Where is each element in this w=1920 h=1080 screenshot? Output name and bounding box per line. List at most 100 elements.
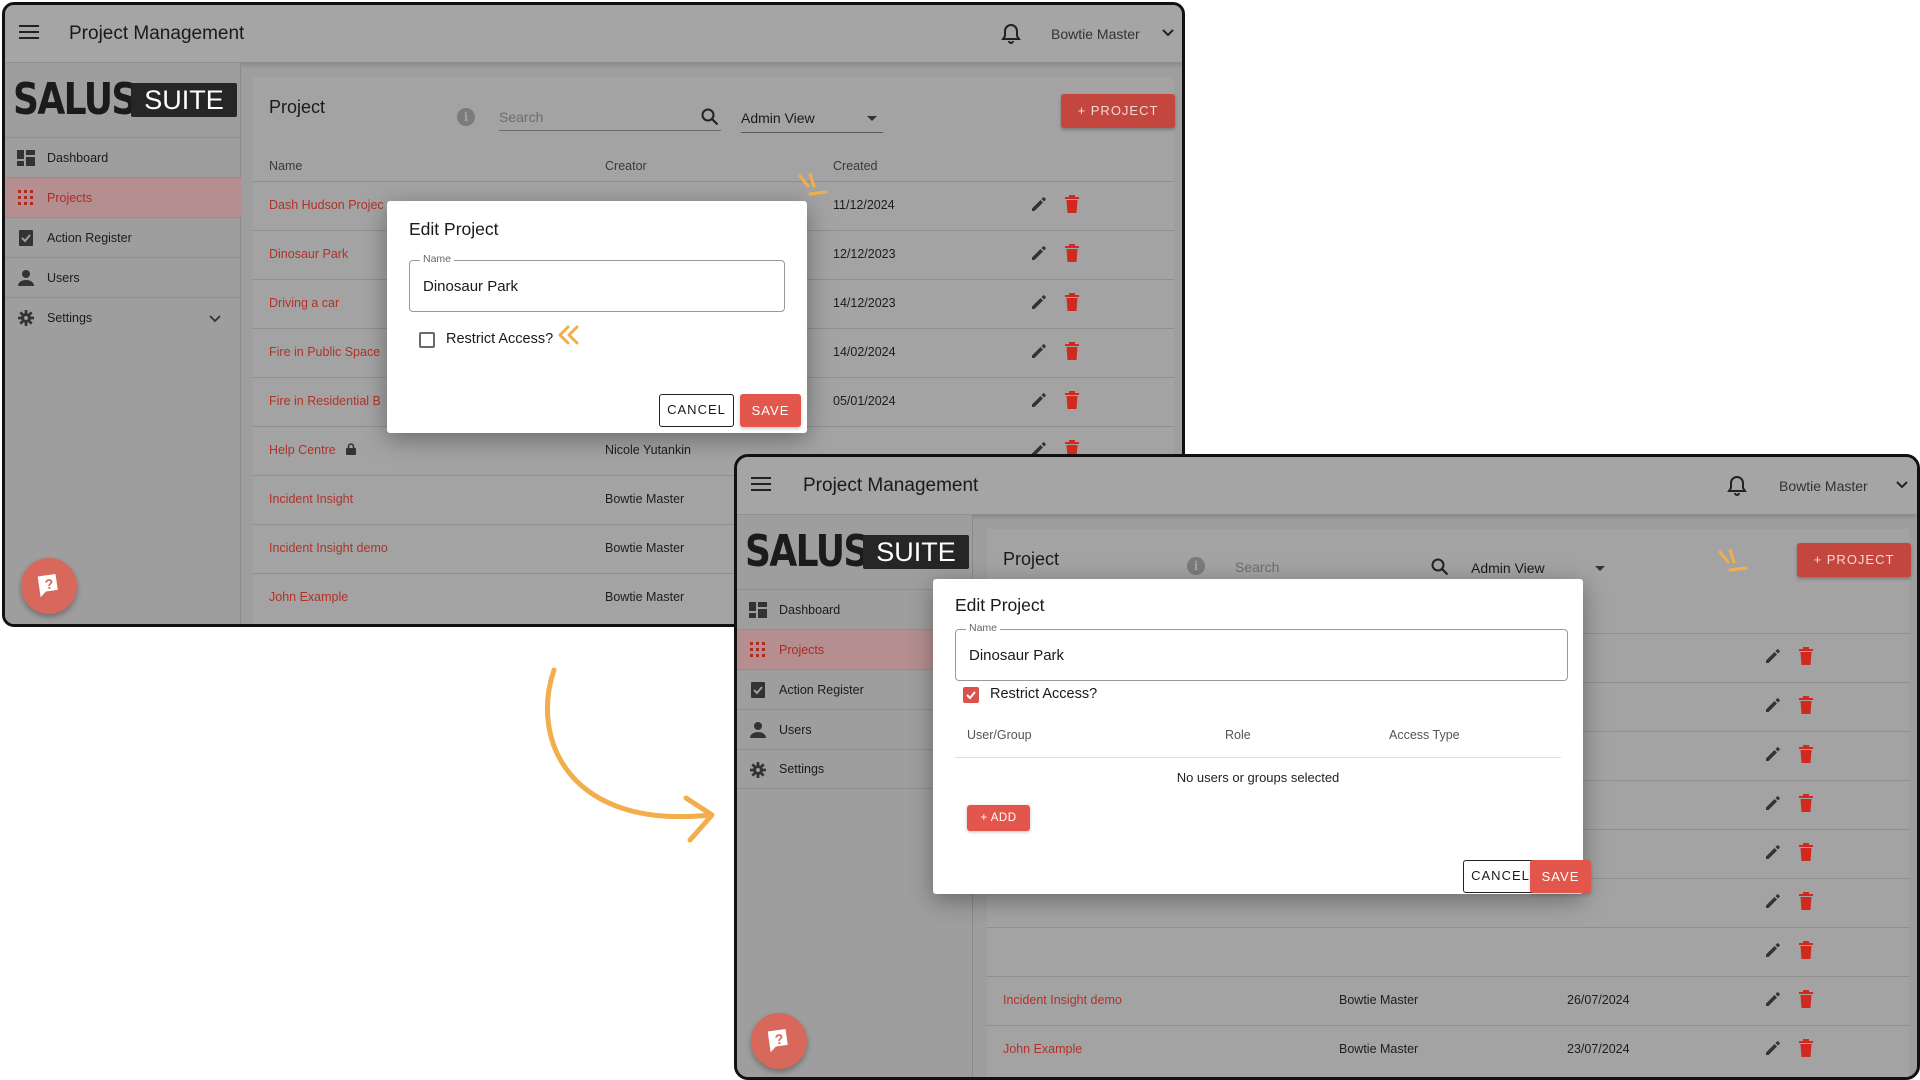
restrict-access-label[interactable]: Restrict Access? [990,686,1097,702]
sidebar-item-dashboard[interactable]: Dashboard [5,137,241,177]
delete-icon[interactable] [1064,293,1080,311]
user-menu-name[interactable]: Bowtie Master [1051,26,1140,42]
edit-icon[interactable] [1764,696,1782,714]
project-name-text[interactable]: Dash Hudson Projec [269,198,384,212]
info-icon[interactable]: i [457,108,475,126]
edit-icon[interactable] [1764,647,1782,665]
add-project-button[interactable]: + PROJECT [1797,543,1911,577]
delete-icon[interactable] [1798,1039,1814,1057]
project-name-text[interactable]: Dinosaur Park [269,247,348,261]
name-field-value[interactable]: Dinosaur Park [423,278,518,295]
column-header-name[interactable]: Name [269,159,302,173]
column-header-creator[interactable]: Creator [605,159,647,173]
delete-icon[interactable] [1798,794,1814,812]
project-name-link[interactable]: Incident Insight demo [1003,993,1122,1007]
delete-icon[interactable] [1798,843,1814,861]
restrict-access-label[interactable]: Restrict Access? [446,331,553,347]
edit-icon[interactable] [1764,892,1782,910]
chevron-down-icon[interactable] [1895,477,1909,491]
project-name-link[interactable]: Dinosaur Park [269,247,348,261]
chevron-down-icon[interactable] [1161,25,1175,39]
project-name-text[interactable]: Incident Insight demo [1003,993,1122,1007]
edit-icon[interactable] [1764,990,1782,1008]
user-menu-name[interactable]: Bowtie Master [1779,478,1868,494]
project-name-link[interactable]: John Example [1003,1042,1082,1056]
delete-icon[interactable] [1064,391,1080,409]
sidebar-item-projects[interactable]: Projects [5,177,241,217]
delete-icon[interactable] [1798,745,1814,763]
project-name-link[interactable]: Fire in Public Space [269,345,380,359]
project-name-text[interactable]: Help Centre [269,443,336,457]
table-row[interactable] [987,927,1909,976]
delete-icon[interactable] [1798,647,1814,665]
view-select[interactable]: Admin View [741,107,883,133]
delete-icon[interactable] [1064,195,1080,213]
help-button[interactable]: ? [21,558,77,614]
delete-icon[interactable] [1064,342,1080,360]
help-button[interactable]: ? [751,1013,807,1069]
name-field-value[interactable]: Dinosaur Park [969,647,1064,664]
search-field[interactable] [499,105,721,131]
project-name-link[interactable]: Driving a car [269,296,339,310]
bell-icon[interactable] [1727,475,1747,497]
table-row[interactable]: John Example Bowtie Master 23/07/2024 [987,1025,1909,1074]
project-name-text[interactable]: Fire in Public Space [269,345,380,359]
project-name-text[interactable]: Driving a car [269,296,339,310]
search-input[interactable] [499,105,677,129]
project-name-link[interactable]: Dash Hudson Projec [269,198,384,212]
table-row[interactable]: Incident Insight demo Bowtie Master 26/07/… [987,976,1909,1025]
save-button[interactable]: SAVE [740,394,801,427]
project-name-link[interactable]: John Example [269,590,348,604]
restrict-access-checkbox[interactable] [963,687,979,703]
caret-down-icon [867,116,877,121]
sidebar-item-action-register[interactable]: Action Register [5,217,241,257]
project-name-text[interactable]: Fire in Residential B [269,394,381,408]
name-field[interactable]: Name Dinosaur Park [955,622,1568,681]
cancel-button[interactable]: CANCEL [1463,860,1538,893]
person-icon [750,722,766,738]
bell-icon[interactable] [1001,23,1021,45]
edit-icon[interactable] [1764,1039,1782,1057]
project-name-text[interactable]: Incident Insight [269,492,353,506]
save-button[interactable]: SAVE [1530,860,1591,893]
delete-icon[interactable] [1798,696,1814,714]
column-header-created[interactable]: Created [833,159,877,173]
project-name-link[interactable]: Help Centre [269,443,356,457]
project-name-link[interactable]: Incident Insight demo [269,541,388,555]
edit-icon[interactable] [1764,941,1782,959]
edit-icon[interactable] [1030,195,1048,213]
menu-icon[interactable] [19,25,39,39]
cancel-button[interactable]: CANCEL [659,394,734,427]
name-field[interactable]: Name Dinosaur Park [409,253,785,312]
sidebar-item-users[interactable]: Users [5,257,241,297]
edit-icon[interactable] [1030,391,1048,409]
project-name-link[interactable]: Fire in Residential B [269,394,381,408]
chevron-down-icon[interactable] [209,312,221,324]
add-project-button[interactable]: + PROJECT [1061,94,1175,128]
sidebar-item-label: Dashboard [47,150,109,165]
project-name-text[interactable]: John Example [1003,1042,1082,1056]
edit-icon[interactable] [1030,244,1048,262]
project-name-text[interactable]: Incident Insight demo [269,541,388,555]
sidebar-item-settings[interactable]: Settings [5,297,241,337]
edit-icon[interactable] [1764,745,1782,763]
project-name-link[interactable]: Incident Insight [269,492,353,506]
restrict-access-checkbox[interactable] [419,332,435,348]
delete-icon[interactable] [1798,990,1814,1008]
delete-icon[interactable] [1798,941,1814,959]
delete-icon[interactable] [1064,244,1080,262]
menu-icon[interactable] [751,477,771,491]
edit-icon[interactable] [1030,293,1048,311]
search-icon[interactable] [1431,558,1449,576]
info-icon[interactable]: i [1187,557,1205,575]
edit-icon[interactable] [1764,843,1782,861]
delete-icon[interactable] [1798,892,1814,910]
add-access-button[interactable]: + ADD [967,805,1030,831]
search-icon[interactable] [701,108,719,126]
edit-icon[interactable] [1764,794,1782,812]
search-field[interactable] [1235,555,1451,581]
project-name-text[interactable]: John Example [269,590,348,604]
edit-icon[interactable] [1030,342,1048,360]
search-input[interactable] [1235,555,1408,579]
column-header-user-group: User/Group [967,728,1032,742]
